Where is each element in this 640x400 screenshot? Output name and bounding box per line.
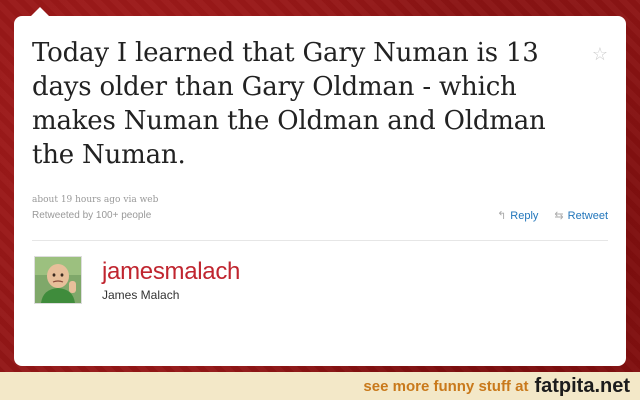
avatar[interactable] [34,256,82,304]
footer-text: see more funny stuff at [363,377,529,395]
tweet-card: Today I learned that Gary Numan is 13 da… [14,16,626,366]
via-prefix: via [123,195,137,205]
tweet-actions: ↰ Reply ⇆ Retweet [497,209,608,223]
retweet-icon: ⇆ [554,210,564,222]
via-source-link[interactable]: web [140,195,159,205]
star-icon[interactable]: ☆ [592,44,608,65]
retweeted-by[interactable]: Retweeted by 100+ people [32,210,151,221]
footer-banner: see more funny stuff at fatpita.net [0,372,640,400]
retweet-label: Retweet [567,209,608,222]
tweet-text: Today I learned that Gary Numan is 13 da… [32,38,546,170]
author-username[interactable]: jamesmalach [102,258,240,286]
divider [32,240,608,241]
author-full-name: James Malach [102,288,180,302]
retweet-button[interactable]: ⇆ Retweet [554,209,608,223]
tweet-meta: about 19 hours ago via web [32,195,158,205]
footer-site-link[interactable]: fatpita.net [534,375,630,398]
reply-label: Reply [510,209,539,222]
avatar-photo [35,257,81,303]
tweet-timestamp[interactable]: about 19 hours ago [32,195,120,205]
reply-arrow-icon: ↰ [497,210,507,222]
reply-button[interactable]: ↰ Reply [497,209,539,223]
